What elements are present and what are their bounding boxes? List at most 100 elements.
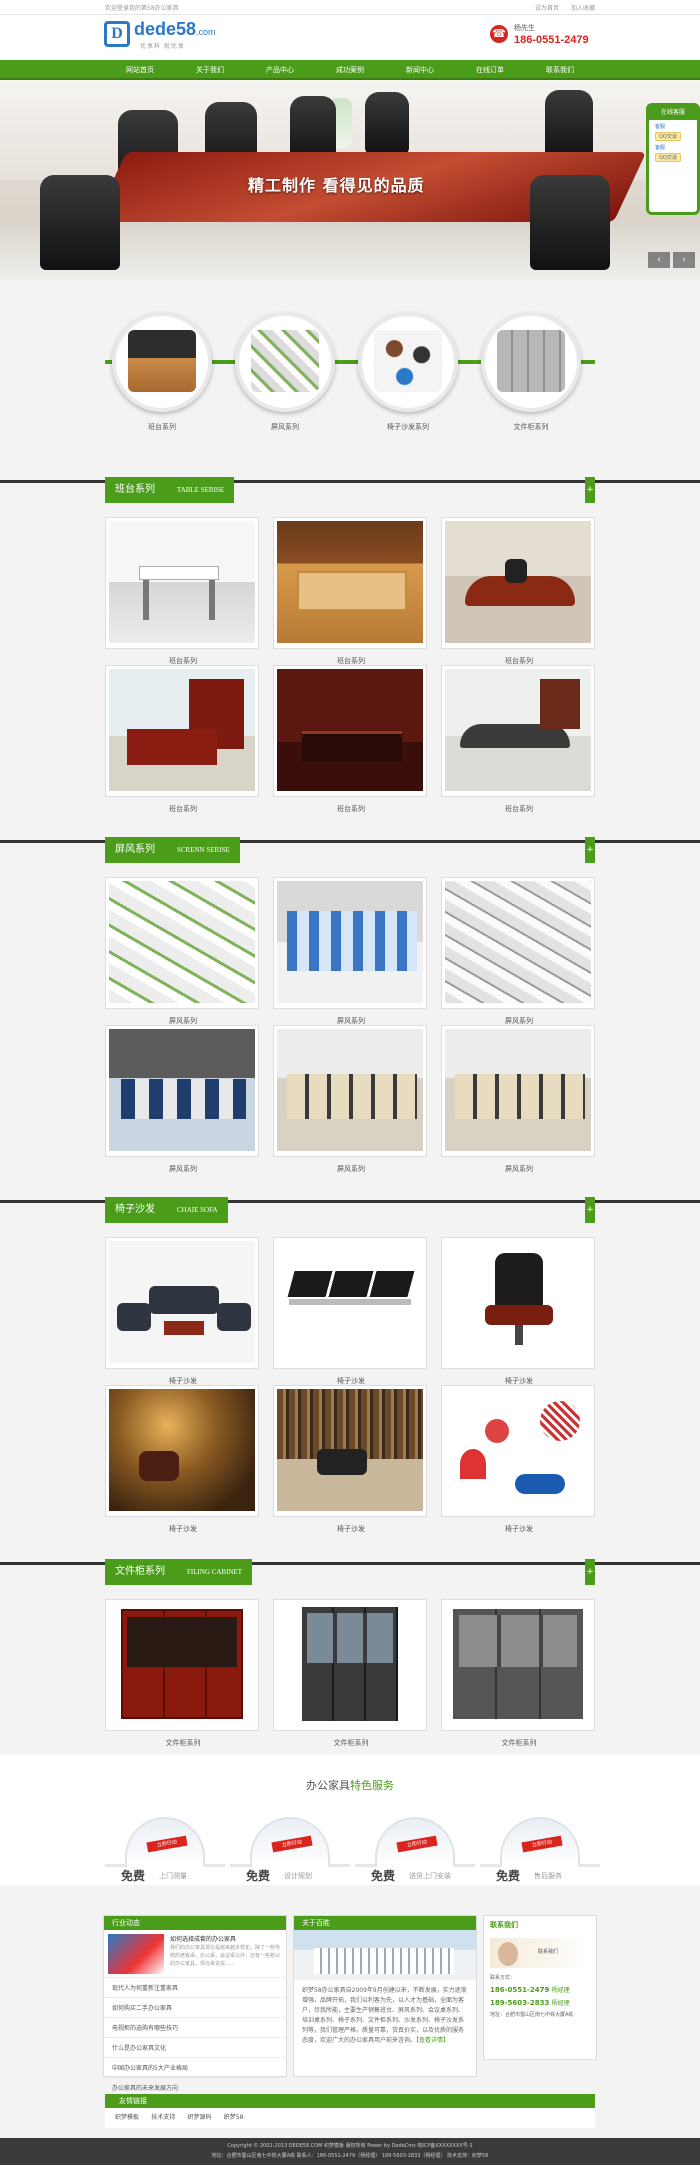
phone-icon: ☎ bbox=[490, 25, 508, 43]
news-item[interactable]: 现代人为何重新注重家具 bbox=[104, 1978, 286, 1998]
product-card[interactable]: 班台系列 bbox=[273, 517, 427, 665]
section-title: 屏风系列 bbox=[115, 844, 155, 855]
service-label: 设计规划 bbox=[284, 1872, 312, 1880]
friend-links: 友情链接 织梦模板 技术支持 织梦源码 织梦58 bbox=[105, 2094, 595, 2128]
news-item[interactable]: 什么是办公家具文化 bbox=[104, 2038, 286, 2058]
product-label: 椅子沙发 bbox=[169, 1525, 197, 1533]
product-card[interactable]: 班台系列 bbox=[273, 665, 427, 813]
category-image bbox=[235, 312, 335, 412]
news-featured-title[interactable]: 如何选择成套的办公家具 bbox=[170, 1934, 236, 1943]
product-label: 文件柜系列 bbox=[165, 1739, 201, 1747]
product-card[interactable]: 椅子沙发 bbox=[105, 1237, 259, 1385]
nav-item-cases[interactable]: 成功案例 bbox=[315, 60, 385, 80]
nav-item-products[interactable]: 产品中心 bbox=[245, 60, 315, 80]
section-header[interactable]: 班台系列 TABLE SERISE bbox=[105, 477, 235, 503]
about-image bbox=[294, 1930, 476, 1980]
top-links: 设为首页 加入收藏 bbox=[525, 3, 595, 12]
product-label: 屏风系列 bbox=[337, 1165, 365, 1173]
product-card[interactable]: 屏风系列 bbox=[105, 877, 259, 1025]
product-card[interactable]: 文件柜系列 bbox=[441, 1599, 595, 1747]
product-card[interactable]: 班台系列 bbox=[105, 665, 259, 813]
qq-chat-button[interactable]: QQ交谈 bbox=[655, 132, 681, 141]
section-title: 文件柜系列 bbox=[115, 1566, 165, 1577]
more-icon[interactable]: + bbox=[585, 1197, 595, 1223]
nav-item-contact[interactable]: 联系我们 bbox=[525, 60, 595, 80]
category-circle[interactable]: 椅子沙发系列 bbox=[358, 312, 458, 432]
product-card[interactable]: 椅子沙发 bbox=[441, 1237, 595, 1385]
news-item[interactable]: 电视柜的选购有哪些技巧 bbox=[104, 2018, 286, 2038]
contact-phone-2: 189-5603-2833 bbox=[490, 1999, 550, 2007]
friend-link[interactable]: 织梦源码 bbox=[188, 2112, 212, 2121]
product-image bbox=[277, 521, 423, 643]
product-card[interactable]: 椅子沙发 bbox=[105, 1385, 259, 1533]
nav-item-about[interactable]: 关于我们 bbox=[175, 60, 245, 80]
info-boxes: 行业动态 如何选择成套的办公家具 我们的办公家具现在是越来越多样化，除了一些传统… bbox=[0, 1905, 700, 2098]
set-homepage-link[interactable]: 设为首页 bbox=[535, 5, 559, 12]
category-circle[interactable]: 文件柜系列 bbox=[481, 312, 581, 432]
product-image bbox=[445, 669, 591, 791]
friend-link[interactable]: 织梦模板 bbox=[115, 2112, 139, 2121]
more-icon[interactable]: + bbox=[585, 477, 595, 503]
section-cabinets: 文件柜系列 FILING CABINET + 文件柜系列 文件柜系列 文件柜系列 bbox=[0, 1559, 700, 1747]
news-item[interactable]: 中国办公家具的5大产业格局 bbox=[104, 2058, 286, 2078]
site-header: D dede58.com 优享科 就优享 ☎ 杨先生 186-0551-2479 bbox=[0, 15, 700, 60]
category-label: 椅子沙发系列 bbox=[387, 423, 429, 431]
hero-banner[interactable]: 精工制作 看得见的品质 bbox=[0, 80, 700, 280]
product-card[interactable]: 椅子沙发 bbox=[273, 1237, 427, 1385]
product-card[interactable]: 班台系列 bbox=[105, 517, 259, 665]
about-more-link[interactable]: 【查看详情】 bbox=[416, 2037, 449, 2044]
product-label: 文件柜系列 bbox=[501, 1739, 537, 1747]
section-subtitle: CHAIE SOFA bbox=[177, 1206, 218, 1214]
news-thumbnail[interactable] bbox=[108, 1934, 164, 1974]
nav-item-home[interactable]: 网站首页 bbox=[105, 60, 175, 80]
service-label: 送货上门安装 bbox=[409, 1872, 451, 1880]
banner-prev-button[interactable]: ‹ bbox=[648, 252, 670, 268]
friend-link[interactable]: 技术支持 bbox=[151, 2112, 175, 2121]
services-section: 办公家具特色服务 立即行动 免费 上门测量 立即行动 免费 设计规划 立即行动 免费 送货上… bbox=[0, 1755, 700, 1885]
product-card[interactable]: 屏风系列 bbox=[441, 877, 595, 1025]
product-card[interactable]: 班台系列 bbox=[441, 517, 595, 665]
banner-next-button[interactable]: › bbox=[673, 252, 695, 268]
contact-name: 杨先生 bbox=[514, 24, 535, 32]
nav-item-news[interactable]: 新闻中心 bbox=[385, 60, 455, 80]
product-card[interactable]: 屏风系列 bbox=[273, 1025, 427, 1173]
category-circle[interactable]: 屏风系列 bbox=[235, 312, 335, 432]
section-header[interactable]: 屏风系列 SCRENN SERISE bbox=[105, 837, 240, 863]
product-card[interactable]: 屏风系列 bbox=[273, 877, 427, 1025]
friend-link[interactable]: 织梦58 bbox=[224, 2112, 244, 2121]
section-tables: 班台系列 TABLE SERISE + 班台系列 班台系列 班台系列 班台系列 班… bbox=[0, 477, 700, 813]
section-header[interactable]: 椅子沙发 CHAIE SOFA bbox=[105, 1197, 228, 1223]
product-image bbox=[445, 521, 591, 643]
product-card[interactable]: 椅子沙发 bbox=[273, 1385, 427, 1533]
logo-slogan: 优享科 就优享 bbox=[140, 43, 185, 50]
logo[interactable]: dede58.com bbox=[134, 19, 216, 40]
section-header[interactable]: 文件柜系列 FILING CABINET bbox=[105, 1559, 253, 1585]
news-item[interactable]: 如何购买二手办公家具 bbox=[104, 1998, 286, 2018]
category-label: 屏风系列 bbox=[271, 423, 299, 431]
qq-chat-button[interactable]: QQ交谈 bbox=[655, 153, 681, 162]
about-text: 织梦58办公家具自2009年9月创建以来，不断发展，实力逐渐增强，品牌开拓，我们… bbox=[302, 1987, 467, 2044]
contact-name-2: 杨经理 bbox=[551, 2000, 570, 2007]
add-favorite-link[interactable]: 加入收藏 bbox=[571, 5, 595, 12]
category-circles: 班台系列 屏风系列 椅子沙发系列 文件柜系列 bbox=[0, 300, 700, 440]
contact-image: 联系我们 bbox=[490, 1938, 590, 1968]
logo-icon[interactable]: D bbox=[104, 21, 130, 47]
service-free: 免费 bbox=[121, 1869, 146, 1883]
news-box: 行业动态 如何选择成套的办公家具 我们的办公家具现在是越来越多样化，除了一些传统… bbox=[103, 1915, 287, 2098]
more-icon[interactable]: + bbox=[585, 1559, 595, 1585]
product-card[interactable]: 班台系列 bbox=[441, 665, 595, 813]
service-label: 上门测量 bbox=[159, 1872, 187, 1880]
product-card[interactable]: 屏风系列 bbox=[441, 1025, 595, 1173]
product-image bbox=[109, 881, 255, 1003]
category-circle[interactable]: 班台系列 bbox=[112, 312, 212, 432]
top-bar: 欢迎登录我的第58办公家具 设为首页 加入收藏 bbox=[0, 0, 700, 15]
product-card[interactable]: 椅子沙发 bbox=[441, 1385, 595, 1533]
nav-item-order[interactable]: 在线订单 bbox=[455, 60, 525, 80]
product-card[interactable]: 屏风系列 bbox=[105, 1025, 259, 1173]
product-card[interactable]: 文件柜系列 bbox=[105, 1599, 259, 1747]
more-icon[interactable]: + bbox=[585, 837, 595, 863]
service-name: 客服 bbox=[655, 124, 666, 130]
product-label: 椅子沙发 bbox=[505, 1525, 533, 1533]
product-card[interactable]: 文件柜系列 bbox=[273, 1599, 427, 1747]
footer-copyright: Copyright © 2002-2013 DEDE58.COM 织梦模板 版权… bbox=[227, 2143, 473, 2149]
